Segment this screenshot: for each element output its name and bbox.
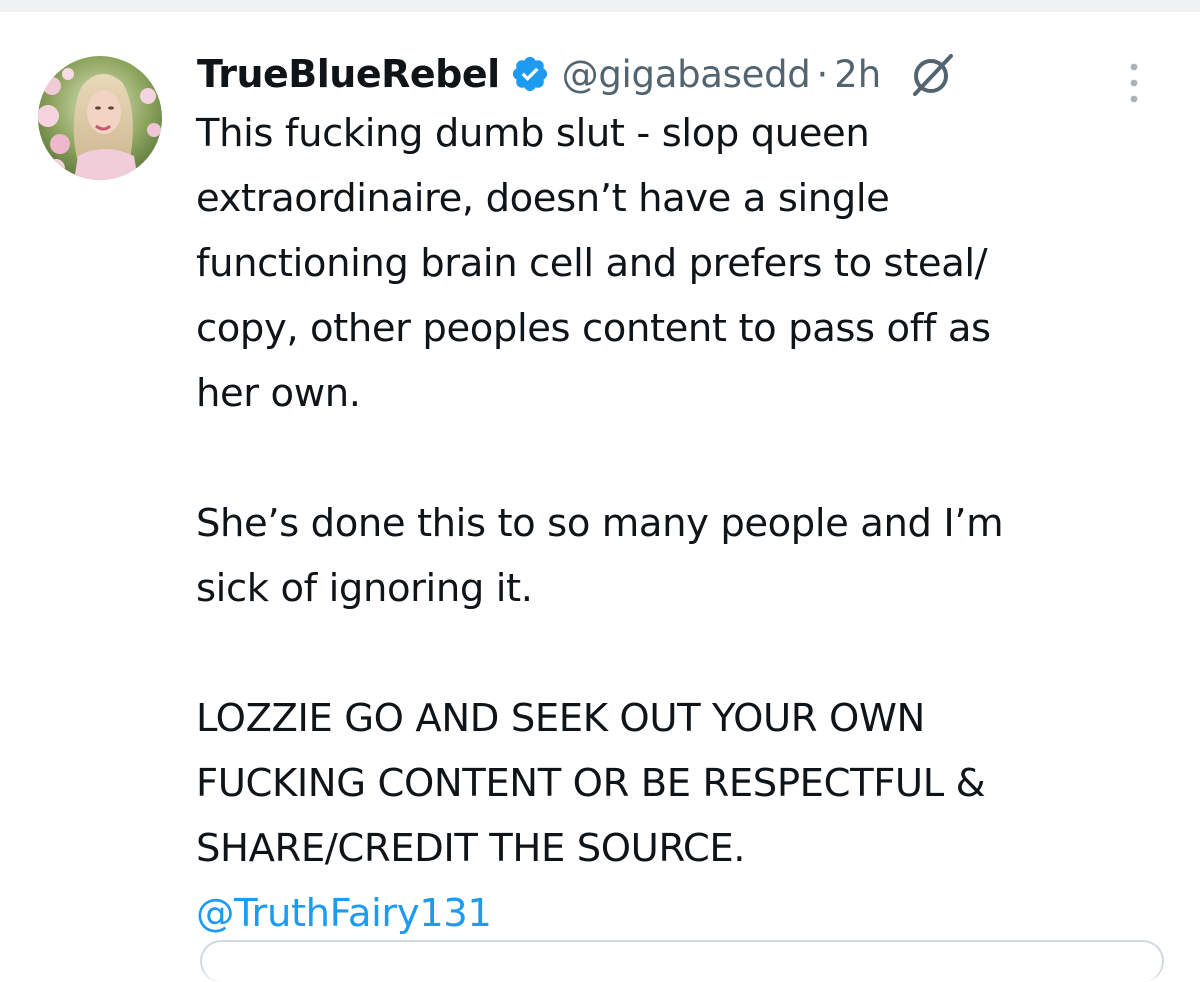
tweet-paragraph-3: LOZZIE GO AND SEEK OUT YOUR OWN FUCKING … xyxy=(196,686,1156,881)
tweet-text: This fucking dumb slut - slop queen extr… xyxy=(196,101,1156,946)
tweet-line: LOZZIE GO AND SEEK OUT YOUR OWN xyxy=(196,696,925,741)
verified-badge-icon[interactable] xyxy=(510,54,550,94)
tweet-paragraph-2: She’s done this to so many people and I’… xyxy=(196,491,1156,621)
tweet-line: copy, other peoples content to pass off … xyxy=(196,306,991,351)
avatar[interactable] xyxy=(38,56,162,180)
tweet-line: She’s done this to so many people and I’… xyxy=(196,501,1004,546)
tweet-line: SHARE/CREDIT THE SOURCE. xyxy=(196,826,746,871)
author-handle[interactable]: @gigabasedd xyxy=(562,53,811,96)
tweet-paragraph-1: This fucking dumb slut - slop queen extr… xyxy=(196,101,1156,426)
more-vertical-icon[interactable] xyxy=(1122,60,1146,106)
tweet-header: TrueBlueRebel @gigabasedd · 2h xyxy=(197,44,959,104)
tweet-line: FUCKING CONTENT OR BE RESPECTFUL & xyxy=(196,761,986,806)
tweet-line: sick of ignoring it. xyxy=(196,566,533,611)
grok-icon[interactable] xyxy=(907,48,959,100)
avatar-image xyxy=(38,56,162,180)
author-display-name[interactable]: TrueBlueRebel xyxy=(197,52,500,96)
tweet-line: This fucking dumb slut - slop queen xyxy=(196,111,870,156)
top-divider xyxy=(0,0,1200,12)
tweet-line: her own. xyxy=(196,371,361,416)
tweet-timestamp[interactable]: 2h xyxy=(834,53,881,96)
tweet[interactable]: TrueBlueRebel @gigabasedd · 2h This fuck… xyxy=(0,12,1200,982)
tweet-line: extraordinaire, doesn’t have a single xyxy=(196,176,890,221)
quoted-card[interactable] xyxy=(200,940,1164,982)
header-separator: · xyxy=(816,52,829,96)
tweet-line: functioning brain cell and prefers to st… xyxy=(196,241,988,286)
mention-link[interactable]: @TruthFairy131 xyxy=(196,881,1156,946)
